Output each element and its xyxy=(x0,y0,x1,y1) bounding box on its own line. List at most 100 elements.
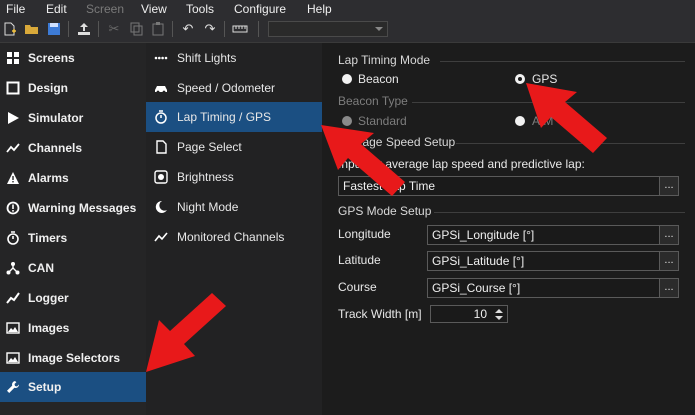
course-input[interactable]: GPSi_Course [°] xyxy=(427,278,660,298)
grid-icon xyxy=(7,52,19,64)
track-width-label: Track Width [m] xyxy=(338,307,422,321)
cut-icon[interactable]: ✂ xyxy=(106,21,122,37)
gps-mode-title: GPS Mode Setup xyxy=(338,204,432,218)
redo-icon[interactable]: ↷ xyxy=(202,21,218,37)
image-icon xyxy=(6,322,20,334)
subnav-item-monitored-channels[interactable]: Monitored Channels xyxy=(146,222,322,252)
latitude-label: Latitude xyxy=(338,253,381,267)
divider xyxy=(456,143,685,144)
wrench-icon xyxy=(7,381,19,393)
subnav-item-label: Page Select xyxy=(177,140,242,154)
toolbar: ✂ ↶ ↷ xyxy=(0,17,695,43)
track-width-stepper[interactable]: 10 xyxy=(430,305,508,323)
ruler-icon[interactable] xyxy=(232,21,248,37)
sidebar-item-screens[interactable]: Screens xyxy=(0,43,146,73)
course-browse-button[interactable]: ... xyxy=(659,278,679,298)
sidebar-item-label: Image Selectors xyxy=(28,351,121,365)
trend-icon xyxy=(6,292,20,304)
sidebar-item-images[interactable]: Images xyxy=(0,313,146,343)
standard-radio[interactable] xyxy=(342,116,352,126)
sidebar-item-warning-messages[interactable]: Warning Messages xyxy=(0,193,146,223)
menu-bar: File Edit Screen View Tools Configure He… xyxy=(0,0,695,17)
subnav-item-label: Brightness xyxy=(177,170,234,184)
stopwatch-icon xyxy=(7,231,19,245)
subnav-item-shift-lights[interactable]: Shift Lights xyxy=(146,43,322,73)
toolbar-combo[interactable] xyxy=(268,21,388,37)
paste-icon[interactable] xyxy=(150,21,166,37)
sidebar-item-channels[interactable]: Channels xyxy=(0,133,146,163)
sidebar-item-label: Simulator xyxy=(28,111,84,125)
network-icon xyxy=(6,262,20,275)
average-speed-prompt: Input for average lap speed and predicti… xyxy=(338,157,585,171)
gps-radio[interactable] xyxy=(515,74,525,84)
subnav-item-label: Speed / Odometer xyxy=(177,81,276,95)
sidebar-item-design[interactable]: Design xyxy=(0,73,146,103)
menu-edit[interactable]: Edit xyxy=(46,2,67,16)
divider xyxy=(434,212,685,213)
beacon-radio[interactable] xyxy=(342,74,352,84)
subnav-item-label: Night Mode xyxy=(177,200,239,214)
undo-icon[interactable]: ↶ xyxy=(180,21,196,37)
sidebar-item-image-selectors[interactable]: Image Selectors xyxy=(0,343,146,373)
sidebar: Screens Design Simulator Channels Alarms… xyxy=(0,43,146,415)
subnav-item-lap-timing-gps[interactable]: Lap Timing / GPS xyxy=(146,102,322,132)
sidebar-item-timers[interactable]: Timers xyxy=(0,223,146,253)
subnav-item-night-mode[interactable]: Night Mode xyxy=(146,192,322,222)
car-icon xyxy=(155,86,167,94)
open-folder-icon[interactable] xyxy=(24,21,40,37)
menu-tools[interactable]: Tools xyxy=(186,2,214,16)
image-stack-icon xyxy=(6,352,20,364)
play-icon xyxy=(8,112,19,124)
menu-file[interactable]: File xyxy=(6,2,25,16)
sidebar-item-label: Alarms xyxy=(28,171,69,185)
gps-radio-label: GPS xyxy=(532,72,558,86)
brightness-icon xyxy=(154,170,168,184)
course-label: Course xyxy=(338,280,377,294)
chart-line-icon xyxy=(154,232,168,242)
menu-help[interactable]: Help xyxy=(307,2,332,16)
stopwatch-icon xyxy=(155,110,167,124)
aim-radio-label: AIM xyxy=(532,114,554,128)
sidebar-item-alarms[interactable]: Alarms xyxy=(0,163,146,193)
menu-screen[interactable]: Screen xyxy=(86,2,124,16)
beacon-radio-label: Beacon xyxy=(358,72,399,86)
sidebar-item-setup[interactable]: Setup xyxy=(0,372,146,402)
dots-icon xyxy=(154,56,168,60)
new-file-icon[interactable] xyxy=(2,21,18,37)
page-icon xyxy=(156,140,167,154)
sidebar-item-label: Timers xyxy=(28,231,68,245)
moon-icon xyxy=(155,200,167,213)
latitude-input[interactable]: GPSi_Latitude [°] xyxy=(427,251,660,271)
chevron-up-icon[interactable] xyxy=(495,309,503,313)
aim-radio[interactable] xyxy=(515,116,525,126)
sidebar-item-label: Screens xyxy=(28,51,75,65)
subnav-item-label: Shift Lights xyxy=(177,51,237,65)
track-width-value: 10 xyxy=(473,307,487,321)
copy-icon[interactable] xyxy=(128,21,144,37)
sidebar-item-simulator[interactable]: Simulator xyxy=(0,103,146,133)
upload-icon[interactable] xyxy=(76,21,92,37)
sidebar-item-logger[interactable]: Logger xyxy=(0,283,146,313)
average-speed-input[interactable]: Fastest Lap Time xyxy=(338,176,660,196)
chevron-down-icon[interactable] xyxy=(495,316,503,320)
lap-timing-mode-title: Lap Timing Mode xyxy=(338,53,431,67)
average-speed-browse-button[interactable]: ... xyxy=(659,176,679,196)
divider xyxy=(440,61,685,62)
subnav-item-brightness[interactable]: Brightness xyxy=(146,162,322,192)
standard-radio-label: Standard xyxy=(358,114,407,128)
sidebar-item-can[interactable]: CAN xyxy=(0,253,146,283)
divider xyxy=(412,102,685,103)
menu-configure[interactable]: Configure xyxy=(234,2,286,16)
save-icon[interactable] xyxy=(46,21,62,37)
sidebar-item-label: Warning Messages xyxy=(28,201,137,215)
latitude-browse-button[interactable]: ... xyxy=(659,251,679,271)
subnav-item-label: Monitored Channels xyxy=(177,230,285,244)
menu-view[interactable]: View xyxy=(141,2,167,16)
alert-circle-icon xyxy=(6,201,20,215)
longitude-browse-button[interactable]: ... xyxy=(659,225,679,245)
square-icon xyxy=(6,81,20,95)
sidebar-item-label: Channels xyxy=(28,141,83,155)
subnav-item-page-select[interactable]: Page Select xyxy=(146,132,322,162)
longitude-input[interactable]: GPSi_Longitude [°] xyxy=(427,225,660,245)
subnav-item-speed-odometer[interactable]: Speed / Odometer xyxy=(146,73,322,103)
